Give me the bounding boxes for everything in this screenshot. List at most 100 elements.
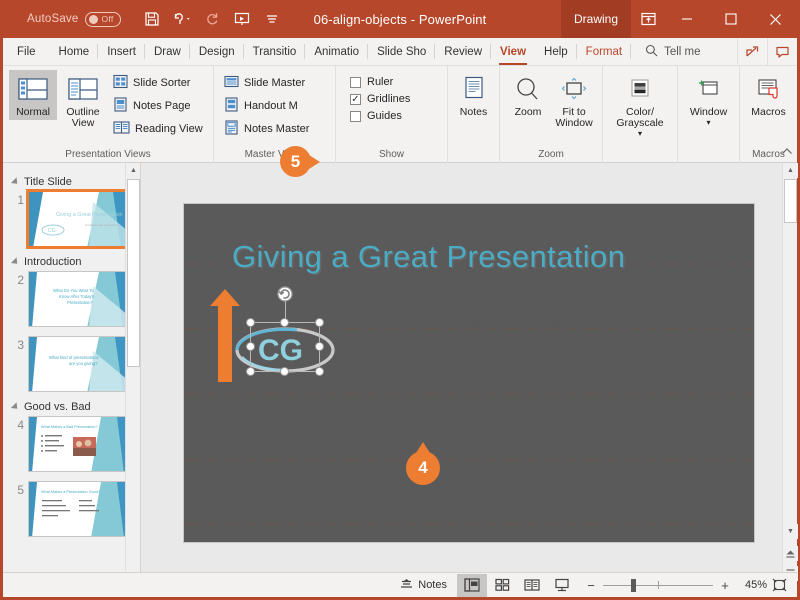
collapse-triangle-icon xyxy=(11,177,20,186)
thumbnail-pane-scrollbar[interactable]: ▲ ▼ xyxy=(125,163,140,583)
ruler-checkbox[interactable]: Ruler xyxy=(350,76,410,88)
slide-thumbnail-pane[interactable]: Title Slide 1 Giving a Great Presentatio… xyxy=(3,163,141,583)
tab-view[interactable]: View xyxy=(491,38,535,65)
zoom-slider[interactable] xyxy=(603,579,713,591)
resize-handle-se[interactable] xyxy=(315,367,324,376)
guides-checkbox[interactable]: Guides xyxy=(350,110,410,122)
section-header-title-slide[interactable]: Title Slide xyxy=(13,176,132,188)
window-button[interactable]: Window ▾ xyxy=(684,70,733,128)
share-icon[interactable] xyxy=(737,38,767,66)
tab-insert[interactable]: Insert xyxy=(98,38,145,65)
resize-handle-n[interactable] xyxy=(280,318,289,327)
save-icon[interactable] xyxy=(137,5,167,33)
selection-frame xyxy=(250,322,320,372)
tab-file[interactable]: File xyxy=(3,38,50,65)
slide-title-text[interactable]: Giving a Great Presentation xyxy=(232,239,722,275)
tab-home[interactable]: Home xyxy=(50,38,99,65)
section-header-good-vs-bad[interactable]: Good vs. Bad xyxy=(13,401,132,413)
scrollbar-thumb[interactable] xyxy=(127,179,140,367)
handout-master-button[interactable]: Handout M xyxy=(220,95,313,117)
customize-qat-icon[interactable] xyxy=(257,5,287,33)
maximize-button[interactable] xyxy=(709,0,753,38)
ribbon-display-options-icon[interactable] xyxy=(631,0,665,38)
gridlines-checkbox[interactable]: ✓ Gridlines xyxy=(350,93,410,105)
fit-to-window-button[interactable]: Fit to Window xyxy=(552,70,596,131)
macros-button[interactable]: Macros xyxy=(746,70,791,120)
thumbnail-row[interactable]: 1 Giving a Great Presentation CustomGuid… xyxy=(11,191,132,247)
slide-sorter-label: Slide Sorter xyxy=(133,77,190,89)
zoom-control[interactable]: − + 45% xyxy=(585,578,767,593)
rotate-handle-icon[interactable] xyxy=(276,285,294,306)
slide-editing-area[interactable]: Giving a Great Presentation CustomGuide … xyxy=(141,163,797,583)
slide-area-scrollbar[interactable]: ▲ ▼ xyxy=(782,163,797,583)
resize-handle-sw[interactable] xyxy=(246,367,255,376)
slide-subtitle-text[interactable]: CustomGuide Interactive Training xyxy=(456,318,627,330)
resize-handle-ne[interactable] xyxy=(315,318,324,327)
scroll-up-arrow-icon[interactable]: ▲ xyxy=(126,163,141,178)
slide-master-button[interactable]: Slide Master xyxy=(220,72,313,94)
thumbnail-row[interactable]: 5 What Makes a Presentation Good? xyxy=(11,481,132,537)
thumbnail-row[interactable]: 3 What kind of presentations are you giv… xyxy=(11,336,132,392)
reading-view-button[interactable]: Reading View xyxy=(109,118,207,140)
resize-handle-e[interactable] xyxy=(315,342,324,351)
tab-slide-show[interactable]: Slide Sho xyxy=(368,38,435,65)
notes-page-button[interactable]: Notes Page xyxy=(109,95,207,117)
close-button[interactable] xyxy=(753,0,797,38)
chevron-down-icon[interactable]: ▾ xyxy=(638,131,642,137)
group-label-window xyxy=(678,149,739,163)
fit-slide-to-window-icon[interactable] xyxy=(767,574,791,597)
tab-design[interactable]: Design xyxy=(190,38,244,65)
start-presentation-icon[interactable] xyxy=(227,5,257,33)
resize-handle-nw[interactable] xyxy=(246,318,255,327)
slide-thumbnail-2[interactable]: What Do You Want To Know After Today's P… xyxy=(28,271,128,327)
undo-icon[interactable] xyxy=(167,5,197,33)
tab-transitions[interactable]: Transitio xyxy=(244,38,306,65)
collapse-ribbon-icon[interactable] xyxy=(781,147,793,160)
slide-thumbnail-1[interactable]: Giving a Great Presentation CustomGuide … xyxy=(28,191,128,247)
minimize-button[interactable] xyxy=(665,0,709,38)
tell-me-box[interactable]: Tell me xyxy=(631,38,710,65)
color-grayscale-button[interactable]: Color/ Grayscale ▾ xyxy=(609,70,671,139)
slide-sorter-button[interactable] xyxy=(487,574,517,597)
tab-draw[interactable]: Draw xyxy=(145,38,190,65)
notes-button[interactable]: Notes xyxy=(454,70,493,120)
tab-animations[interactable]: Animatio xyxy=(305,38,368,65)
context-tab-drawing[interactable]: Drawing xyxy=(561,0,631,38)
notes-master-label: Notes Master xyxy=(244,123,309,135)
normal-view-button[interactable] xyxy=(457,574,487,597)
selected-logo-object[interactable]: CG xyxy=(246,318,324,376)
normal-view-button[interactable]: Normal xyxy=(9,70,57,120)
reading-view-button[interactable] xyxy=(517,574,547,597)
section-header-introduction[interactable]: Introduction xyxy=(13,256,132,268)
autosave-toggle[interactable]: AutoSave Off xyxy=(27,12,121,27)
scroll-down-arrow-icon[interactable]: ▼ xyxy=(783,524,798,539)
zoom-button[interactable]: Zoom xyxy=(506,70,550,120)
slide-thumbnail-5[interactable]: What Makes a Presentation Good? xyxy=(28,481,128,537)
resize-handle-s[interactable] xyxy=(280,367,289,376)
zoom-out-button[interactable]: − xyxy=(585,578,597,593)
scroll-up-arrow-icon[interactable]: ▲ xyxy=(783,163,798,178)
notes-master-button[interactable]: Notes Master xyxy=(220,118,313,140)
autosave-switch[interactable]: Off xyxy=(85,12,121,27)
tab-help[interactable]: Help xyxy=(535,38,577,65)
thumbnail-row[interactable]: 4 What Makes a Bad Presentation? xyxy=(11,416,132,472)
tab-review[interactable]: Review xyxy=(435,38,491,65)
comments-icon[interactable] xyxy=(767,38,797,66)
slide-thumbnail-3[interactable]: What kind of presentations are you givin… xyxy=(28,336,128,392)
scrollbar-thumb[interactable] xyxy=(784,179,797,223)
zoom-percentage[interactable]: 45% xyxy=(737,579,767,591)
zoom-slider-knob[interactable] xyxy=(631,579,636,592)
previous-slide-button[interactable] xyxy=(783,546,798,561)
thumbnail-row[interactable]: 2 What Do You Want To Know After Today's… xyxy=(11,271,132,327)
zoom-in-button[interactable]: + xyxy=(719,578,731,593)
slide-sorter-button[interactable]: Slide Sorter xyxy=(109,72,207,94)
notes-toggle-button[interactable]: Notes xyxy=(390,573,457,598)
outline-view-button[interactable]: Outline View xyxy=(59,70,107,131)
current-slide[interactable]: Giving a Great Presentation CustomGuide … xyxy=(184,204,754,542)
redo-icon[interactable] xyxy=(197,5,227,33)
slideshow-button[interactable] xyxy=(547,574,577,597)
chevron-down-icon[interactable]: ▾ xyxy=(706,120,710,126)
resize-handle-w[interactable] xyxy=(246,342,255,351)
tab-format[interactable]: Format xyxy=(577,38,631,65)
slide-thumbnail-4[interactable]: What Makes a Bad Presentation? xyxy=(28,416,128,472)
